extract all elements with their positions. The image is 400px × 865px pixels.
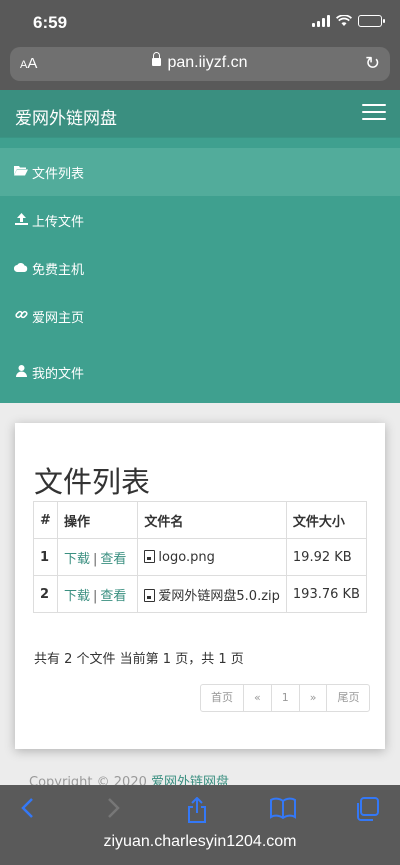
user-icon	[14, 364, 28, 380]
image-file-icon	[144, 549, 156, 563]
menu-item-label: 文件列表	[32, 166, 85, 182]
back-chevron-icon[interactable]	[21, 797, 35, 825]
pager-next-button[interactable]: »	[298, 685, 327, 711]
column-header-filesize: 文件大小	[285, 501, 368, 539]
row-actions: 下载 | 查看	[56, 538, 139, 576]
menu-item-label: 爱网主页	[32, 310, 85, 326]
column-header-filename: 文件名	[137, 501, 287, 539]
pager-first-button[interactable]: 首页	[201, 685, 243, 711]
status-time: 6:59	[33, 13, 68, 32]
file-table: # 操作 文件名 文件大小 1 下载 | 查看 logo.png 19.92 KB …	[33, 501, 368, 613]
filename-text: 爱网外链网盘5.0.zip	[158, 588, 280, 604]
url-text: pan.iiyzf.cn	[167, 54, 248, 71]
cloud-icon	[13, 261, 28, 275]
row-filesize: 193.76 KB	[285, 575, 368, 613]
menu-item-free-host[interactable]: 免费主机	[0, 245, 400, 291]
row-index: 2	[33, 575, 58, 613]
bookmarks-icon[interactable]	[270, 797, 296, 825]
pager-last-button[interactable]: 尾页	[326, 685, 369, 711]
url-display[interactable]: pan.iiyzf.cn	[10, 52, 390, 72]
action-separator: |	[92, 551, 98, 567]
menu-item-label: 我的文件	[32, 366, 85, 382]
site-navbar: 爱网外链网盘	[0, 90, 400, 137]
view-link[interactable]: 查看	[100, 589, 126, 604]
menu-item-upload[interactable]: 上传文件	[0, 197, 400, 243]
link-icon	[14, 308, 28, 324]
cellular-signal-icon	[312, 15, 330, 27]
archive-file-icon	[144, 588, 156, 602]
row-actions: 下载 | 查看	[56, 575, 139, 613]
action-separator: |	[92, 588, 98, 604]
row-index: 1	[33, 538, 58, 576]
menu-item-homepage[interactable]: 爱网主页	[0, 293, 400, 339]
row-filename: 爱网外链网盘5.0.zip	[137, 575, 287, 613]
page-content: 文件列表 # 操作 文件名 文件大小 1 下载 | 查看 logo.png 19.9…	[0, 403, 400, 790]
menu-item-file-list[interactable]: 文件列表	[0, 148, 400, 196]
column-header-index: #	[33, 501, 58, 539]
lock-icon	[152, 52, 162, 66]
pager-current-page[interactable]: 1	[270, 685, 299, 711]
menu-item-label: 上传文件	[32, 214, 85, 230]
site-brand[interactable]: 爱网外链网盘	[15, 104, 117, 129]
table-header-row: # 操作 文件名 文件大小	[33, 501, 368, 539]
upload-icon	[14, 212, 28, 228]
nav-menu: 文件列表 上传文件 免费主机 爱网主页 我的文件	[0, 137, 400, 403]
reload-icon[interactable]: ↻	[365, 53, 380, 74]
download-link[interactable]: 下载	[64, 589, 90, 604]
wifi-icon	[336, 15, 352, 26]
watermark-text: ziyuan.charlesyin1204.com	[103, 833, 297, 850]
table-row: 1 下载 | 查看 logo.png 19.92 KB	[33, 538, 368, 576]
status-bar: 6:59	[0, 0, 400, 44]
address-bar[interactable]: AA pan.iiyzf.cn ↻	[10, 47, 390, 81]
menu-item-my-files[interactable]: 我的文件	[0, 348, 400, 396]
browser-chrome-top: 6:59 AA pan.iiyzf.cn ↻	[0, 0, 400, 90]
share-icon[interactable]	[186, 796, 208, 829]
browser-toolbar	[0, 785, 400, 865]
battery-icon	[358, 15, 385, 27]
folder-open-icon	[14, 165, 28, 179]
table-row: 2 下载 | 查看 爱网外链网盘5.0.zip 193.76 KB	[33, 575, 368, 613]
view-link[interactable]: 查看	[100, 552, 126, 567]
pagination: 首页 « 1 » 尾页	[200, 684, 371, 712]
file-list-panel: 文件列表 # 操作 文件名 文件大小 1 下载 | 查看 logo.png 19.9…	[15, 423, 385, 749]
status-icons	[312, 15, 385, 27]
row-filesize: 19.92 KB	[285, 538, 368, 576]
row-filename: logo.png	[137, 538, 287, 576]
hamburger-menu-icon[interactable]	[362, 104, 386, 122]
menu-item-label: 免费主机	[32, 262, 85, 278]
tabs-icon[interactable]	[355, 797, 379, 827]
pager-prev-button[interactable]: «	[243, 685, 271, 711]
page-title: 文件列表	[34, 465, 151, 499]
forward-chevron-icon[interactable]	[106, 797, 120, 825]
download-link[interactable]: 下载	[64, 552, 90, 567]
file-count-summary: 共有 2 个文件 当前第 1 页，共 1 页	[34, 652, 244, 667]
column-header-actions: 操作	[56, 501, 139, 539]
filename-text: logo.png	[158, 549, 215, 565]
